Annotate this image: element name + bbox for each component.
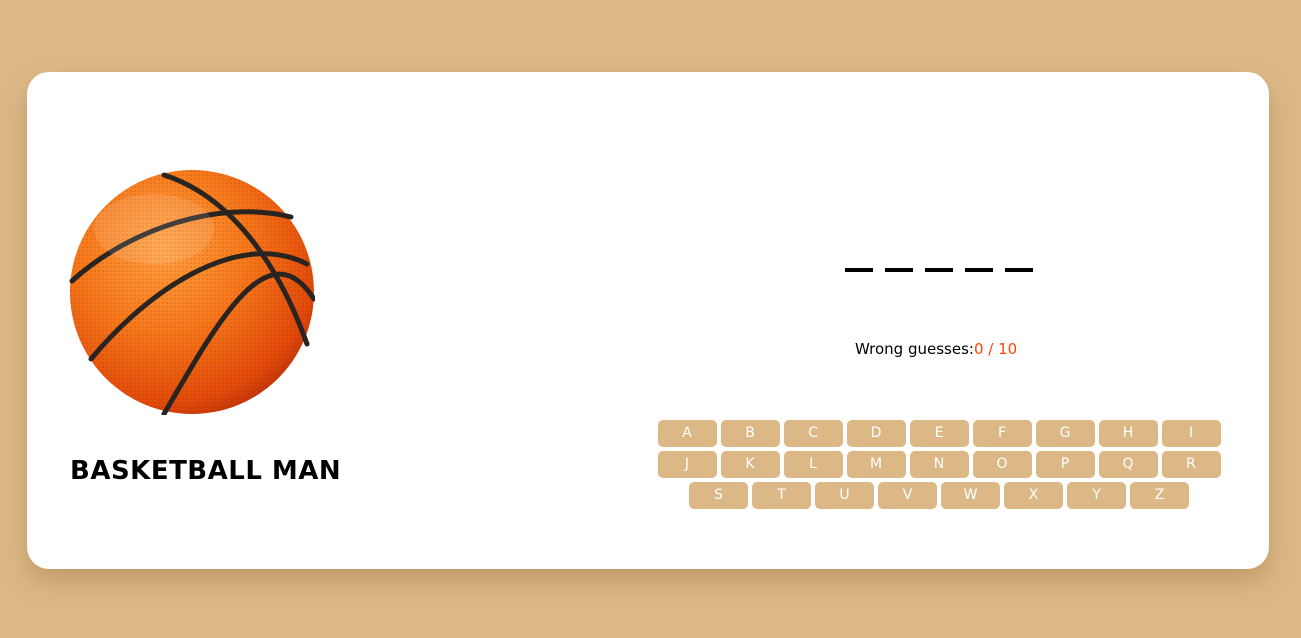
letter-key-q[interactable]: Q: [1098, 451, 1158, 478]
letter-key-m[interactable]: M: [846, 451, 906, 478]
letter-key-z[interactable]: Z: [1130, 482, 1189, 509]
game-card: BASKETBALL MAN Wrong guesses:0 / 10 ABCD…: [27, 72, 1269, 569]
basketball-icon: [69, 169, 315, 415]
game-title: BASKETBALL MAN: [70, 456, 342, 486]
letter-key-g[interactable]: G: [1035, 420, 1095, 447]
letter-key-w[interactable]: W: [941, 482, 1000, 509]
letter-key-s[interactable]: S: [689, 482, 748, 509]
letter-keyboard: ABCDEFGHI JKLMNOPQR STUVWXYZ: [655, 420, 1223, 509]
letter-key-v[interactable]: V: [878, 482, 937, 509]
letter-slot: [845, 268, 873, 272]
letter-slot: [925, 268, 953, 272]
letter-key-y[interactable]: Y: [1067, 482, 1126, 509]
letter-key-n[interactable]: N: [909, 451, 969, 478]
letter-key-d[interactable]: D: [846, 420, 906, 447]
letter-key-e[interactable]: E: [909, 420, 969, 447]
letter-key-k[interactable]: K: [720, 451, 780, 478]
letter-key-x[interactable]: X: [1004, 482, 1063, 509]
letter-key-i[interactable]: I: [1161, 420, 1221, 447]
letter-slot: [965, 268, 993, 272]
letter-slot: [1005, 268, 1033, 272]
letter-key-h[interactable]: H: [1098, 420, 1158, 447]
wrong-guesses-count: 0 / 10: [973, 340, 1018, 358]
basketball-image: [69, 170, 315, 415]
wrong-guesses-label: Wrong guesses:: [855, 340, 974, 358]
letter-key-a[interactable]: A: [657, 420, 717, 447]
letter-key-b[interactable]: B: [720, 420, 780, 447]
wrong-guesses: Wrong guesses:0 / 10: [855, 340, 1017, 358]
letter-key-o[interactable]: O: [972, 451, 1032, 478]
letter-key-u[interactable]: U: [815, 482, 874, 509]
letter-key-r[interactable]: R: [1161, 451, 1221, 478]
letter-slot: [885, 268, 913, 272]
letter-key-l[interactable]: L: [783, 451, 843, 478]
letter-key-j[interactable]: J: [657, 451, 717, 478]
letter-key-p[interactable]: P: [1035, 451, 1095, 478]
letter-key-t[interactable]: T: [752, 482, 811, 509]
letter-key-f[interactable]: F: [972, 420, 1032, 447]
word-slots: [845, 268, 1033, 272]
letter-key-c[interactable]: C: [783, 420, 843, 447]
